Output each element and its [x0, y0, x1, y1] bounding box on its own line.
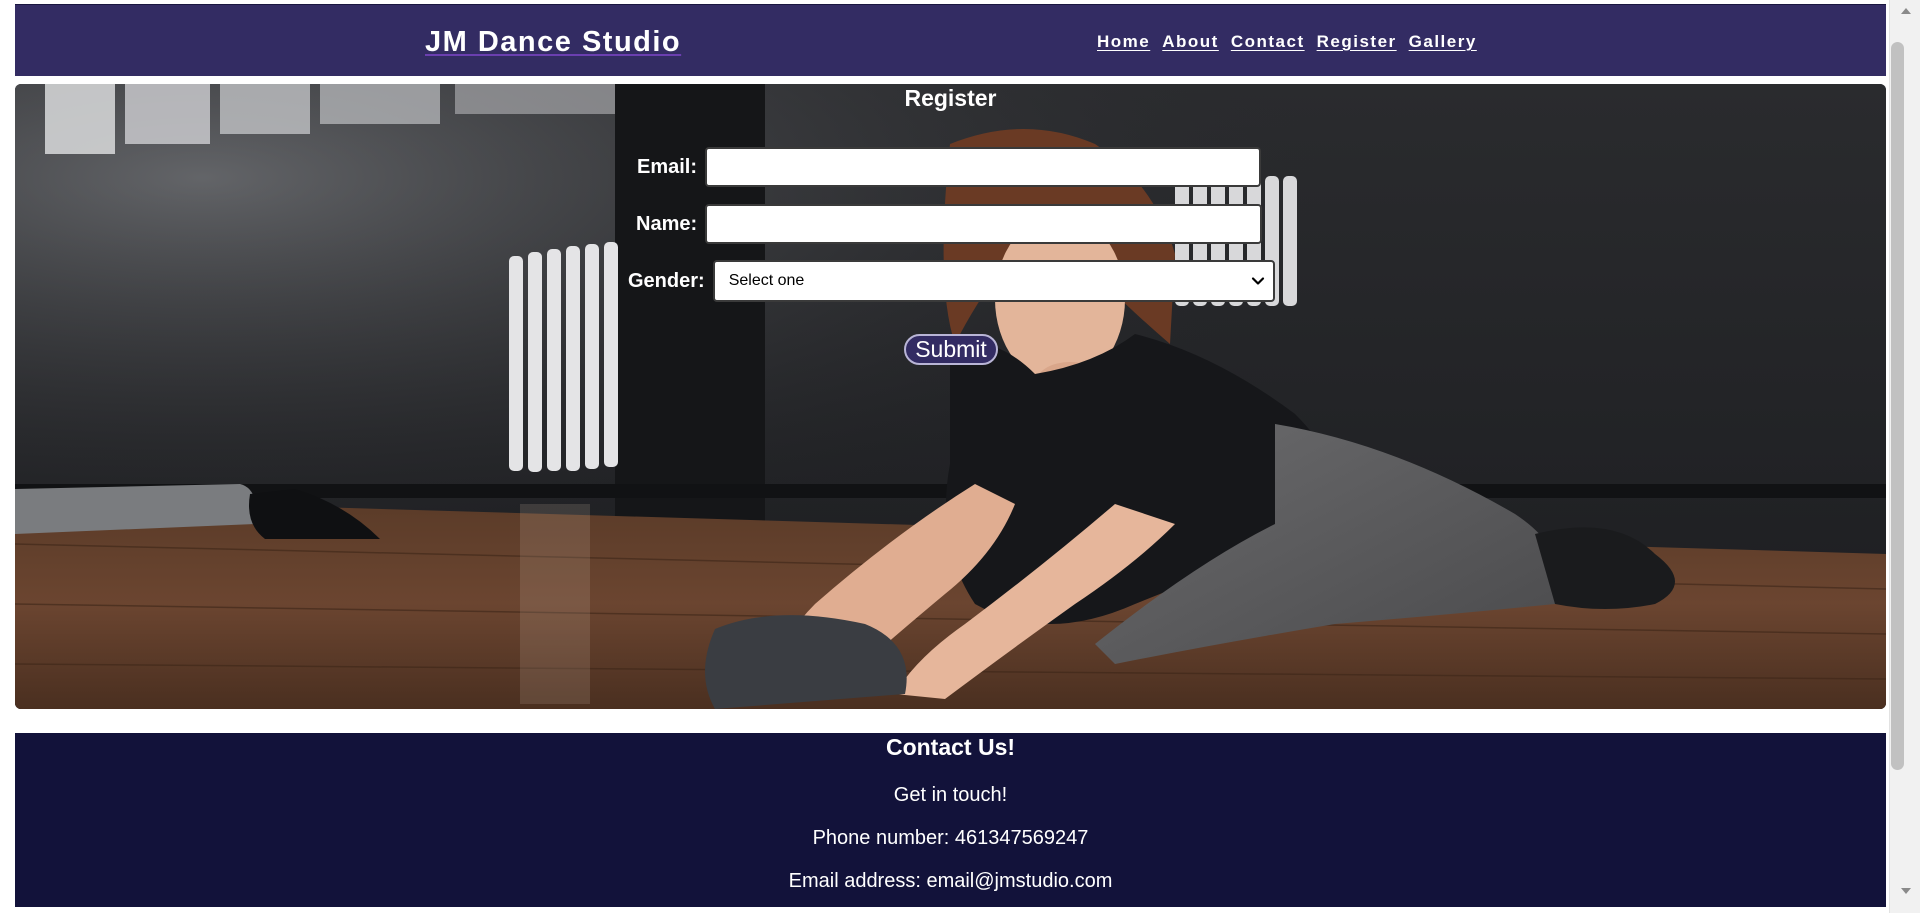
- gender-row: Gender: Select one: [628, 260, 1275, 302]
- footer-email: Email address: email@jmstudio.com: [788, 870, 1113, 892]
- email-row: Email:: [637, 147, 1262, 187]
- nav-link-home[interactable]: Home: [1097, 32, 1150, 52]
- chevron-down-icon: [1251, 274, 1265, 288]
- gender-selected-value: Select one: [728, 272, 805, 289]
- nav-link-gallery[interactable]: Gallery: [1409, 32, 1477, 52]
- email-field[interactable]: [705, 147, 1262, 187]
- contact-footer: Contact Us! Get in touch! Phone number: …: [15, 733, 1886, 907]
- site-title[interactable]: JM Dance Studio: [425, 25, 681, 59]
- footer-phone: Phone number: 461347569247: [812, 827, 1089, 849]
- nav-link-about[interactable]: About: [1162, 32, 1219, 52]
- register-title: Register: [904, 85, 997, 111]
- name-label: Name:: [636, 212, 698, 235]
- gender-label: Gender:: [628, 269, 705, 292]
- register-section: Register Email: Name: Gender: Select one…: [15, 84, 1886, 709]
- submit-button[interactable]: Submit: [904, 334, 998, 365]
- scroll-up-arrow-icon[interactable]: [1890, 0, 1920, 22]
- email-label: Email:: [637, 155, 698, 178]
- name-row: Name:: [636, 204, 1263, 244]
- nav-link-register[interactable]: Register: [1317, 32, 1397, 52]
- main-nav: Home About Contact Register Gallery: [1097, 32, 1477, 52]
- nav-link-contact[interactable]: Contact: [1231, 32, 1305, 52]
- site-header: JM Dance Studio Home About Contact Regis…: [15, 4, 1886, 76]
- footer-title: Contact Us!: [885, 734, 1016, 760]
- page-viewport: JM Dance Studio Home About Contact Regis…: [0, 0, 1888, 913]
- footer-tagline: Get in touch!: [893, 784, 1008, 806]
- scroll-down-arrow-icon[interactable]: [1890, 880, 1920, 902]
- gender-select[interactable]: Select one: [712, 260, 1275, 302]
- scrollbar-thumb[interactable]: [1891, 42, 1904, 770]
- name-field[interactable]: [705, 204, 1263, 244]
